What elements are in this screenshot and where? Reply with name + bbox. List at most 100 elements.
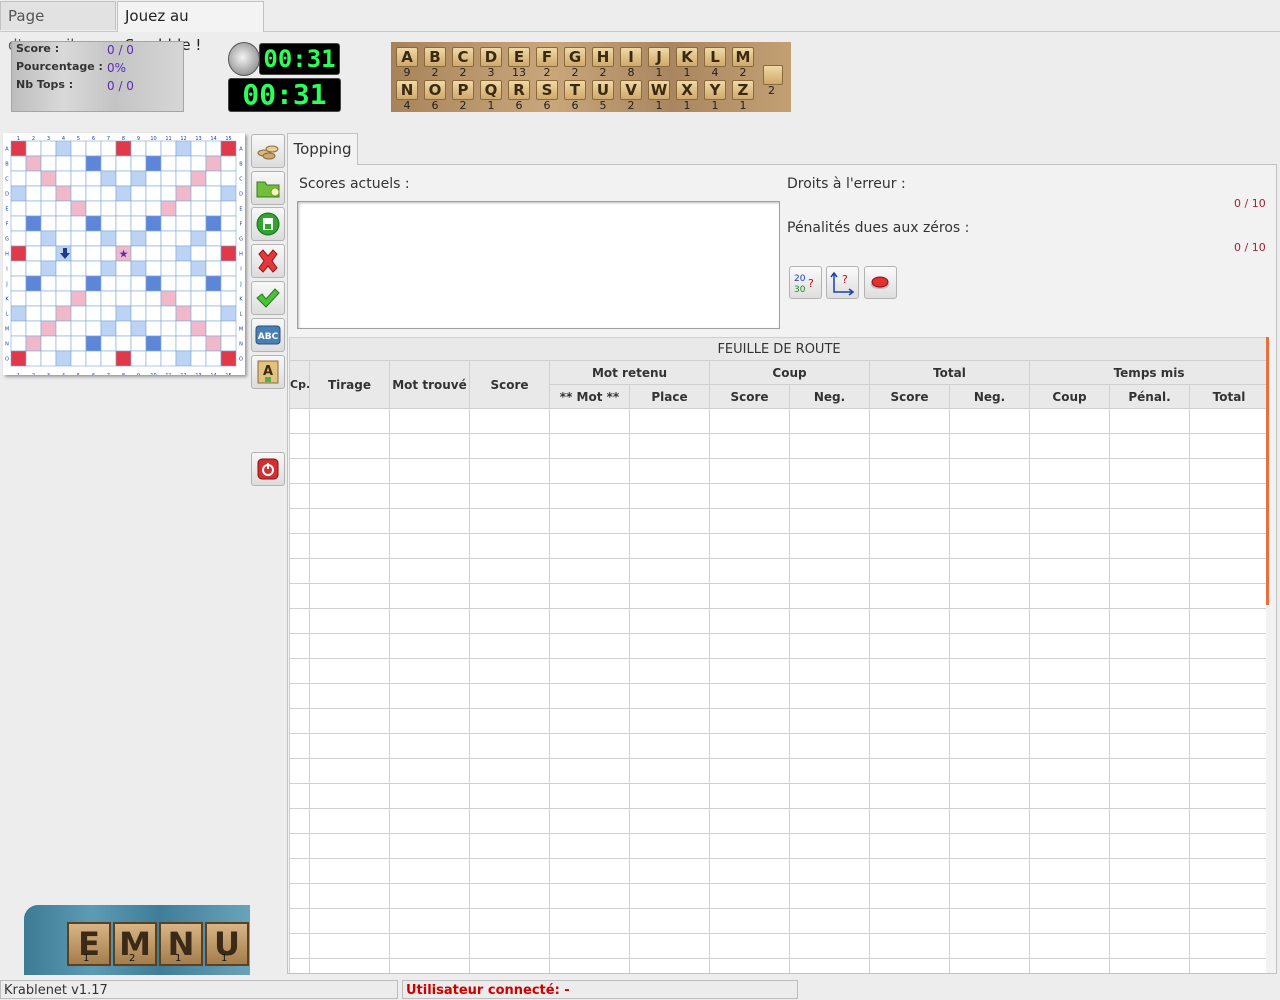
board-cell[interactable] [25,335,42,352]
board-cell[interactable] [10,350,27,367]
board-cell[interactable] [220,245,237,262]
board-cell[interactable] [10,170,27,187]
board-cell[interactable] [145,170,162,187]
board-cell[interactable] [100,140,117,157]
board-cell[interactable] [160,305,177,322]
board-cell[interactable] [220,155,237,172]
board-cell[interactable] [55,305,72,322]
buzzer-button[interactable] [864,266,897,299]
tab-topping[interactable]: Topping [287,133,358,165]
board-cell[interactable] [145,140,162,157]
cancel-button[interactable] [251,244,285,278]
board-cell[interactable] [130,305,147,322]
board-cell[interactable] [130,155,147,172]
board-cell[interactable] [145,290,162,307]
board-cell[interactable] [130,260,147,277]
board-cell[interactable] [55,350,72,367]
board-cell[interactable] [40,230,57,247]
board-cell[interactable] [220,170,237,187]
board-cell[interactable] [40,275,57,292]
board-cell[interactable] [115,200,132,217]
board-cell[interactable] [40,200,57,217]
board-cell[interactable] [130,245,147,262]
board-cell[interactable] [85,335,102,352]
board-cell[interactable] [205,305,222,322]
board-cell[interactable] [130,350,147,367]
board-cell[interactable] [175,305,192,322]
board-cell[interactable] [205,335,222,352]
table-row[interactable] [289,658,1266,684]
board-cell[interactable] [85,200,102,217]
board-cell[interactable] [145,320,162,337]
board-cell[interactable] [190,215,207,232]
board-cell[interactable] [115,290,132,307]
table-row[interactable] [289,758,1266,784]
board-cell[interactable] [220,230,237,247]
board-cell[interactable] [205,290,222,307]
board-cell[interactable] [40,245,57,262]
board-cell[interactable] [220,140,237,157]
board-cell[interactable] [190,305,207,322]
board-cell[interactable] [145,230,162,247]
board-cell[interactable] [70,185,87,202]
board-cell[interactable] [25,275,42,292]
table-row[interactable] [289,433,1266,459]
board-cell[interactable] [85,140,102,157]
board-cell[interactable] [10,260,27,277]
board-cell[interactable] [40,290,57,307]
board-cell[interactable] [40,170,57,187]
board-cell[interactable] [130,275,147,292]
board-cell[interactable] [130,185,147,202]
board-cell[interactable] [175,230,192,247]
board-cell[interactable] [115,230,132,247]
board-cell[interactable] [190,260,207,277]
board-cell[interactable] [55,335,72,352]
board-cell[interactable] [175,185,192,202]
board-cell[interactable] [130,140,147,157]
board-cell[interactable] [115,155,132,172]
board-cell[interactable] [10,155,27,172]
table-row[interactable] [289,633,1266,659]
table-row[interactable] [289,683,1266,709]
board-cell[interactable] [160,260,177,277]
board-cell[interactable] [115,215,132,232]
board-cell[interactable] [55,185,72,202]
board-cell[interactable] [115,275,132,292]
board-cell[interactable] [175,320,192,337]
board-cell[interactable] [25,140,42,157]
board-cell[interactable] [160,185,177,202]
board-cell[interactable] [205,320,222,337]
board-cell[interactable] [190,245,207,262]
board-cell[interactable] [190,185,207,202]
board-cell[interactable] [115,140,132,157]
board-cell[interactable] [220,335,237,352]
board-cell[interactable] [160,140,177,157]
board-cell[interactable] [25,170,42,187]
board-cell[interactable] [70,305,87,322]
board-cell[interactable] [10,215,27,232]
board-cell[interactable] [40,305,57,322]
board-cell[interactable] [70,170,87,187]
board-cell[interactable] [10,305,27,322]
board-cell[interactable] [70,200,87,217]
board-cell[interactable] [190,155,207,172]
board-cell[interactable] [115,350,132,367]
board-cell[interactable] [175,200,192,217]
board-cell[interactable] [70,290,87,307]
table-row[interactable] [289,583,1266,609]
board-cell[interactable] [160,200,177,217]
board-cell[interactable] [205,170,222,187]
letter-button[interactable]: A [251,355,285,389]
board-cell[interactable] [55,260,72,277]
table-row[interactable] [289,608,1266,634]
table-row[interactable] [289,883,1266,909]
board-cell[interactable] [100,335,117,352]
board-cell[interactable] [55,140,72,157]
board-cell[interactable] [205,155,222,172]
board-cell[interactable] [40,185,57,202]
board-cell[interactable] [100,305,117,322]
board-cell[interactable] [85,275,102,292]
scrabble-board[interactable]: 1122334455667788991010111112121313141415… [3,133,245,379]
board-cell[interactable] [25,230,42,247]
board-cell[interactable] [10,140,27,157]
